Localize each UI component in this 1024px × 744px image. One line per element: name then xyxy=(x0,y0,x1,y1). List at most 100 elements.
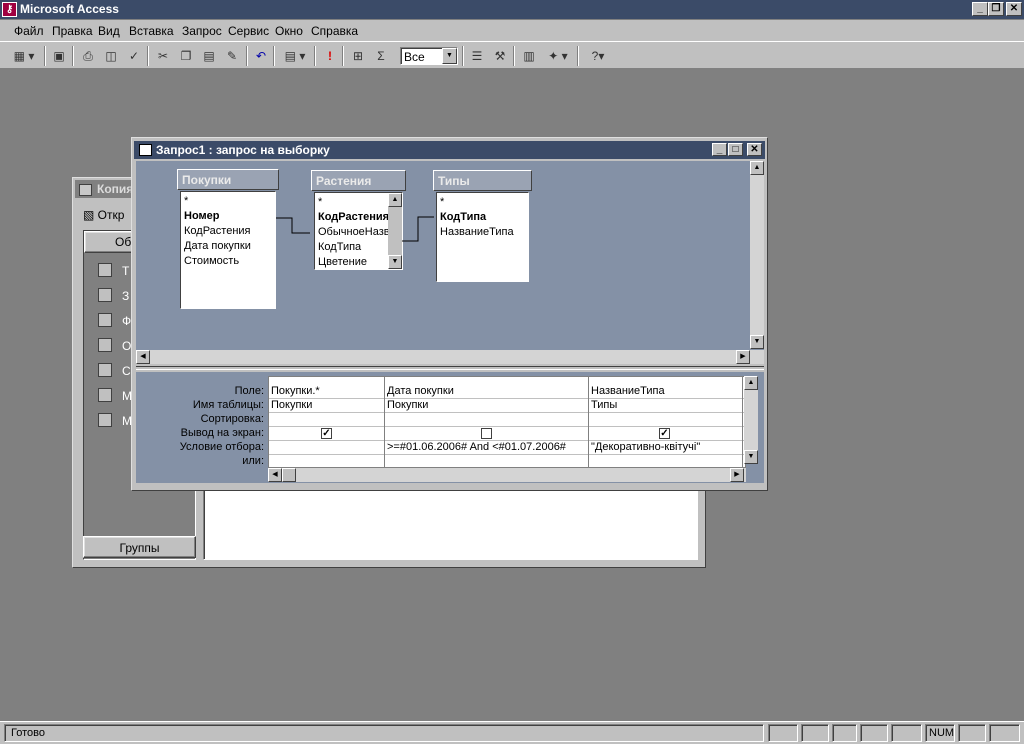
build-icon[interactable]: ⚒ xyxy=(490,47,510,65)
num-lock-indicator: NUM xyxy=(925,724,955,742)
design-grid: Покупки.* Покупки ✓ Дата покупки Покупки… xyxy=(268,376,746,469)
groups-button[interactable]: Группы xyxy=(83,536,196,558)
status-panel xyxy=(832,724,857,742)
top-values-combo[interactable]: Все ▼ xyxy=(400,47,458,65)
table-pane-hscroll[interactable]: ◀ ▶ xyxy=(136,350,764,364)
show-table-icon[interactable]: ⊞ xyxy=(348,47,368,65)
status-panel xyxy=(958,724,986,742)
row-label-table: Имя таблицы: xyxy=(192,399,264,411)
db-open-button[interactable]: ▧ Откр xyxy=(83,208,124,222)
row-label-sort: Сортировка: xyxy=(200,413,264,425)
scroll-down-icon[interactable]: ▼ xyxy=(744,450,758,464)
query-icon xyxy=(139,144,152,156)
menu-bar: Файл Правка Вид Вставка Запрос Сервис Ок… xyxy=(0,20,1024,41)
query-window: Запрос1 : запрос на выборку _ □ ✕ Покупк… xyxy=(131,137,768,491)
menu-query[interactable]: Запрос xyxy=(182,24,222,38)
grid-column[interactable]: Покупки.* Покупки ✓ xyxy=(269,377,385,469)
row-label-criteria: Условие отбора: xyxy=(179,441,264,453)
view-icon[interactable]: ▦ ▾ xyxy=(8,47,40,65)
app-restore-button[interactable]: ❐ xyxy=(988,2,1004,16)
run-icon[interactable]: ! xyxy=(320,47,340,65)
forms-icon xyxy=(98,313,112,327)
grid-cell-field[interactable]: Покупки.* xyxy=(271,385,320,397)
show-checkbox[interactable]: ✓ xyxy=(321,428,332,439)
menu-help[interactable]: Справка xyxy=(311,24,358,38)
query-minimize-button[interactable]: _ xyxy=(712,143,727,156)
totals-icon[interactable]: Σ xyxy=(371,47,391,65)
menu-view[interactable]: Вид xyxy=(98,24,120,38)
query-window-title-bar: Запрос1 : запрос на выборку _ □ ✕ xyxy=(134,141,765,159)
status-panel xyxy=(891,724,922,742)
status-panel xyxy=(768,724,798,742)
grid-cell-criteria[interactable]: >=#01.06.2006# And <#01.07.2006# xyxy=(387,441,566,453)
query-maximize-button[interactable]: □ xyxy=(728,143,743,156)
open-icon: ▧ xyxy=(83,208,98,222)
scroll-right-icon[interactable]: ▶ xyxy=(736,350,750,364)
database-window-icon[interactable]: ▥ xyxy=(519,47,539,65)
menu-window[interactable]: Окно xyxy=(275,24,303,38)
row-label-or: или: xyxy=(242,455,264,467)
access-key-icon: ⚷ xyxy=(2,2,17,17)
menu-tools[interactable]: Сервис xyxy=(228,24,269,38)
cut-icon[interactable]: ✂ xyxy=(153,47,173,65)
grid-cell-table[interactable]: Покупки xyxy=(387,399,428,411)
print-icon[interactable]: ⎙ xyxy=(78,47,98,65)
grid-cell-field[interactable]: НазваниеТипа xyxy=(591,385,665,397)
print-preview-icon[interactable]: ◫ xyxy=(101,47,121,65)
menu-insert[interactable]: Вставка xyxy=(129,24,174,38)
pages-icon xyxy=(98,363,112,377)
pane-splitter[interactable] xyxy=(136,366,764,370)
copy-icon[interactable]: ❐ xyxy=(176,47,196,65)
scroll-right-icon[interactable]: ▶ xyxy=(730,468,744,482)
scroll-left-icon[interactable]: ◀ xyxy=(136,350,150,364)
app-minimize-button[interactable]: _ xyxy=(972,2,988,16)
design-grid-vscroll[interactable]: ▲ ▼ xyxy=(744,376,758,464)
show-checkbox[interactable] xyxy=(481,428,492,439)
menu-edit[interactable]: Правка xyxy=(52,24,93,38)
format-painter-icon[interactable]: ✎ xyxy=(222,47,242,65)
toolbar: ▦ ▾ ▣ ⎙ ◫ ✓ ✂ ❐ ▤ ✎ ↶ ▤ ▾ ! ⊞ Σ Все ▼ ☰ … xyxy=(0,41,1024,69)
scroll-left-icon[interactable]: ◀ xyxy=(268,468,282,482)
save-icon[interactable]: ▣ xyxy=(49,47,69,65)
macros-icon xyxy=(98,388,112,402)
undo-icon[interactable]: ↶ xyxy=(251,47,271,65)
scroll-up-icon[interactable]: ▲ xyxy=(744,376,758,390)
show-checkbox[interactable]: ✓ xyxy=(659,428,670,439)
query-window-title: Запрос1 : запрос на выборку xyxy=(156,143,330,157)
query-close-button[interactable]: ✕ xyxy=(747,143,762,156)
tables-icon xyxy=(98,263,112,277)
status-panel xyxy=(989,724,1020,742)
join-lines xyxy=(276,216,434,242)
status-bar: Готово NUM xyxy=(0,721,1024,744)
scroll-down-icon[interactable]: ▼ xyxy=(750,335,764,349)
grid-cell-table[interactable]: Покупки xyxy=(271,399,312,411)
query-type-icon[interactable]: ▤ ▾ xyxy=(279,47,311,65)
properties-icon[interactable]: ☰ xyxy=(467,47,487,65)
help-icon[interactable]: ?▾ xyxy=(583,47,613,65)
menu-file[interactable]: Файл xyxy=(14,24,44,38)
grid-cell-criteria[interactable]: "Декоративно-квітучі" xyxy=(591,441,700,453)
status-panel xyxy=(801,724,829,742)
reports-icon xyxy=(98,338,112,352)
grid-column[interactable]: НазваниеТипа Типы ✓ "Декоративно-квітучі… xyxy=(589,377,743,469)
status-text: Готово xyxy=(4,724,764,742)
scroll-up-icon[interactable]: ▲ xyxy=(750,161,764,175)
queries-icon xyxy=(98,288,112,302)
status-panel xyxy=(860,724,888,742)
table-pane-vscroll[interactable]: ▲ ▼ xyxy=(750,161,764,349)
top-values-value: Все xyxy=(404,50,425,64)
chevron-down-icon[interactable]: ▼ xyxy=(442,48,457,64)
table-pane: Покупки * Номер КодРастения Дата покупки… xyxy=(136,161,764,364)
app-title-bar: ⚷ Microsoft Access _ ❐ ✕ xyxy=(0,0,1024,19)
spelling-icon[interactable]: ✓ xyxy=(124,47,144,65)
grid-cell-table[interactable]: Типы xyxy=(591,399,617,411)
scroll-thumb[interactable] xyxy=(282,468,296,482)
app-title: Microsoft Access xyxy=(20,2,119,16)
new-object-icon[interactable]: ✦ ▾ xyxy=(542,47,574,65)
grid-cell-field[interactable]: Дата покупки xyxy=(387,385,454,397)
row-label-show: Вывод на экран: xyxy=(180,427,264,439)
app-close-button[interactable]: ✕ xyxy=(1006,2,1022,16)
grid-column[interactable]: Дата покупки Покупки >=#01.06.2006# And … xyxy=(385,377,589,469)
design-grid-hscroll[interactable]: ◀ ▶ xyxy=(268,468,746,482)
paste-icon[interactable]: ▤ xyxy=(199,47,219,65)
